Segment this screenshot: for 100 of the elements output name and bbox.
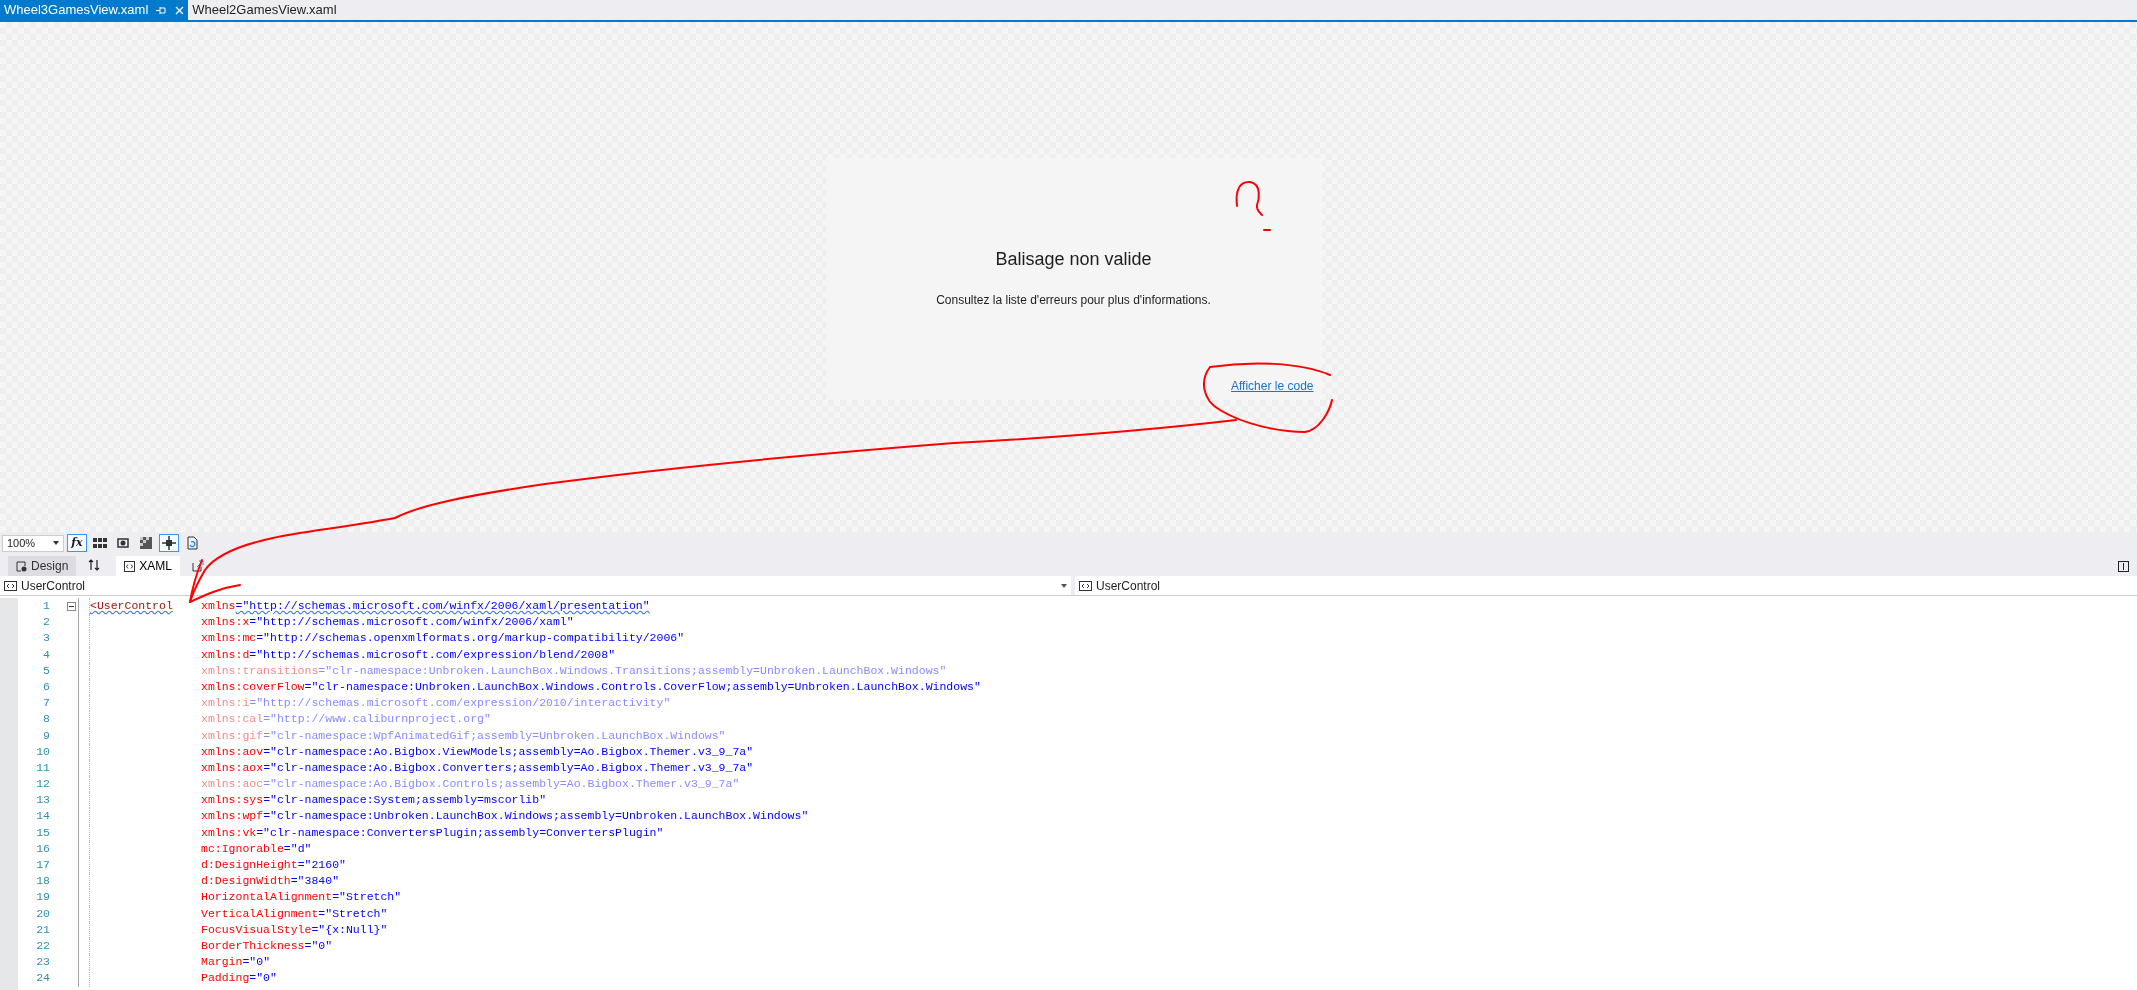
design-icon — [16, 560, 27, 572]
toolbar-button[interactable]: fx — [67, 534, 87, 552]
attribute-value: ="clr-namespace:Unbroken.LaunchBox.Windows;assembly=Unbroken.LaunchBox.Windows" — [263, 808, 809, 825]
collapse-icon[interactable] — [67, 601, 76, 611]
attribute-name: Padding — [201, 970, 250, 987]
attribute-name: d:DesignWidth — [201, 873, 291, 890]
attribute-value: ="2160" — [297, 857, 346, 873]
line-number: 8 — [42, 711, 50, 728]
line-number: 18 — [35, 873, 50, 890]
line-number: 23 — [35, 954, 50, 971]
snap-icon — [162, 536, 176, 550]
tag-name: <UserControl — [90, 598, 173, 614]
attribute-name: xmlns:cal — [201, 711, 264, 728]
attribute-name: xmlns:i — [201, 695, 250, 712]
attribute-name: xmlns:coverFlow — [201, 678, 305, 695]
attribute-value: ="Stretch" — [318, 905, 388, 922]
element-icon — [1079, 580, 1092, 591]
attribute-name: xmlns:d — [201, 646, 250, 663]
attribute-value: ="0" — [249, 970, 277, 987]
line-number: 20 — [35, 905, 50, 922]
attribute-name: xmlns:gif — [201, 727, 264, 744]
attribute-value: ="http://www.caliburnproject.org" — [263, 711, 491, 728]
line-number: 17 — [35, 857, 50, 873]
attribute-value: ="http://schemas.openxmlformats.org/markup-compatibility/2006" — [256, 630, 685, 647]
attribute-name: d:DesignHeight — [201, 857, 298, 873]
attribute-name: xmlns:aoc — [201, 776, 264, 793]
line-number: 14 — [35, 808, 50, 825]
attribute-name: xmlns:vk — [201, 824, 257, 841]
attribute-value: ="clr-namespace:Ao.Bigbox.Converters;assembly=Ao.Bigbox.Themer.v3_9_7a" — [263, 759, 754, 776]
attribute-value: ="clr-namespace:ConvertersPlugin;assembly=ConvertersPlugin" — [256, 824, 664, 841]
line-number: 22 — [35, 937, 50, 954]
xaml-icon — [124, 560, 136, 572]
line-number: 16 — [35, 840, 50, 857]
line-number: 3 — [42, 630, 50, 647]
line-number: 24 — [35, 970, 50, 987]
caret-icon — [1061, 583, 1067, 588]
attribute-name: xmlns:x — [201, 614, 250, 631]
line-number: 13 — [35, 792, 50, 809]
attribute-name: HorizontalAlignment — [201, 889, 333, 906]
show-code-link[interactable]: Afficher le code — [1231, 377, 1314, 395]
line-number: 7 — [42, 695, 50, 712]
attribute-value: ="d" — [283, 840, 312, 857]
attribute-name: Margin — [201, 954, 243, 971]
zoom-dropdown[interactable]: 100% — [2, 534, 64, 552]
checkerboard-icon — [140, 537, 152, 549]
attribute-value: ="clr-namespace:Unbroken.LaunchBox.Windows.Controls.CoverFlow;assembly=Unbroken.LaunchBox.Windows" — [304, 678, 981, 695]
attribute-value: ="clr-namespace:WpfAnimatedGif;assembly=Unbroken.LaunchBox.Windows" — [263, 727, 726, 744]
view-tab[interactable]: Design — [8, 556, 77, 576]
caret-icon — [53, 541, 59, 545]
attribute-name: xmlns:sys — [201, 792, 264, 809]
element-icon — [4, 580, 17, 591]
line-number: 21 — [35, 921, 50, 938]
attribute-name: mc:Ignorable — [201, 840, 284, 857]
pin-icon[interactable] — [156, 5, 168, 15]
swap-panes-icon[interactable] — [88, 559, 101, 571]
popout-icon[interactable] — [192, 560, 205, 572]
close-icon[interactable] — [175, 5, 185, 15]
toolbar-button[interactable] — [159, 534, 179, 552]
document-refresh-icon — [186, 536, 198, 550]
line-number: 12 — [35, 776, 50, 793]
attribute-name: xmlns:mc — [201, 630, 257, 647]
line-number: 4 — [42, 646, 50, 663]
attribute-value: ="http://schemas.microsoft.com/expression/blend/2008" — [249, 646, 616, 663]
line-number: 19 — [35, 889, 50, 906]
attribute-name: xmlns:aov — [201, 743, 264, 760]
attribute-value: ="Stretch" — [332, 889, 402, 906]
attribute-value: ="3840" — [290, 873, 340, 890]
line-number: 2 — [42, 614, 50, 631]
attribute-value: ="clr-namespace:Unbroken.LaunchBox.Windows.Transitions;assembly=Unbroken.LaunchBox.Windows" — [318, 662, 947, 679]
attribute-name: VerticalAlignment — [201, 905, 319, 922]
attribute-value: ="clr-namespace:Ao.Bigbox.Controls;assembly=Ao.Bigbox.Themer.v3_9_7a" — [263, 776, 740, 793]
attribute-name: xmlns:transitions — [201, 662, 319, 679]
attribute-name: BorderThickness — [201, 937, 305, 954]
attribute-value: ="http://schemas.microsoft.com/winfx/2006/xaml/presentation" — [235, 598, 650, 614]
line-number: 9 — [42, 727, 50, 744]
attribute-value: ="clr-namespace:Ao.Bigbox.ViewModels;assembly=Ao.Bigbox.Themer.v3_9_7a" — [263, 743, 754, 760]
line-number: 11 — [35, 759, 50, 776]
attribute-value: ="clr-namespace:System;assembly=mscorlib" — [263, 792, 547, 809]
attribute-value: ="{x:Null}" — [311, 921, 388, 938]
attribute-value: ="http://schemas.microsoft.com/winfx/2006/xaml" — [249, 614, 574, 631]
line-number: 6 — [42, 678, 50, 695]
split-pane-icon[interactable] — [2118, 561, 2129, 572]
attribute-value: ="0" — [304, 937, 333, 954]
error-message: Consultez la liste d'erreurs pour plus d'informations. — [936, 292, 1211, 309]
error-title: Balisage non valide — [995, 248, 1152, 271]
attribute-name: xmlns — [201, 598, 236, 614]
grid-icon — [93, 538, 107, 548]
line-number: 15 — [35, 824, 50, 841]
attribute-name: xmlns:aox — [201, 759, 264, 776]
question-mark-drawing — [1235, 180, 1271, 231]
attribute-name: xmlns:wpf — [201, 808, 264, 825]
document-tab[interactable]: Wheel2GamesView.xaml — [188, 0, 341, 20]
element-selector[interactable]: UserControl — [1075, 576, 2137, 595]
line-number: 5 — [42, 662, 50, 679]
effects-icon — [116, 537, 130, 549]
line-number: 10 — [35, 743, 50, 760]
attribute-name: FocusVisualStyle — [201, 921, 312, 938]
view-tab[interactable]: XAML — [116, 556, 181, 576]
attribute-value: ="0" — [242, 954, 271, 971]
document-tab[interactable]: Wheel3GamesView.xaml — [0, 0, 189, 20]
